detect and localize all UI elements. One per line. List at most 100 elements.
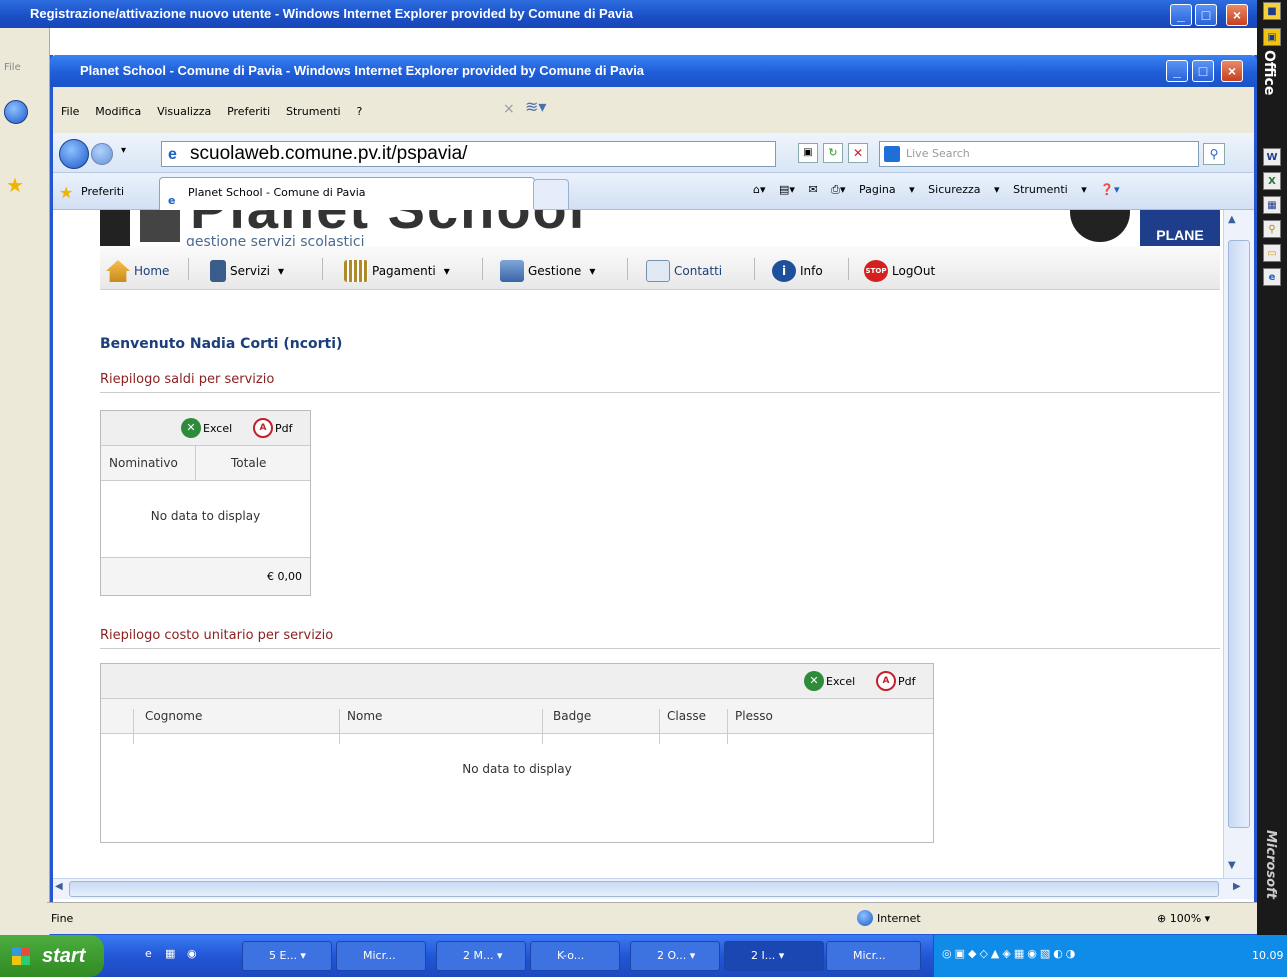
saldi-grid: ✕ Excel A Pdf Nominativo Totale No data to… xyxy=(100,410,311,596)
menu-preferiti[interactable]: Preferiti xyxy=(227,105,270,118)
horizontal-scrollbar[interactable]: ◀ ▶ xyxy=(53,878,1254,899)
costo-excel-button[interactable]: ✕ Excel xyxy=(804,671,855,691)
refresh-icon[interactable]: ↻ xyxy=(823,143,843,163)
col-totale[interactable]: Totale xyxy=(231,456,266,470)
search-input[interactable]: Live Search xyxy=(879,141,1199,167)
tab-planet-school[interactable]: e Planet School - Comune di Pavia xyxy=(159,177,535,210)
search-icon[interactable]: ⚲ xyxy=(1203,143,1225,165)
taskbar-item-word[interactable]: Micr... xyxy=(826,941,921,971)
bg-favorites-star-icon[interactable]: ★ xyxy=(6,173,24,197)
taskbar-item-ko[interactable]: K-o... xyxy=(530,941,620,971)
col-nome[interactable]: Nome xyxy=(347,709,382,723)
taskbar-item-search[interactable]: 2 M... ▾ xyxy=(436,941,526,971)
col-cognome[interactable]: Cognome xyxy=(145,709,202,723)
bg-file-menu[interactable]: File xyxy=(4,62,21,73)
nav-info[interactable]: i Info xyxy=(772,260,823,282)
costo-pdf-button[interactable]: A Pdf xyxy=(876,671,916,691)
maximize-button[interactable]: □ xyxy=(1192,60,1214,82)
vertical-scrollbar[interactable]: ▲ ▼ xyxy=(1223,210,1254,878)
pdf-icon: A xyxy=(253,418,273,438)
nav-gestione[interactable]: Gestione ▾ xyxy=(500,260,595,282)
saldi-grid-toolbar: ✕ Excel A Pdf xyxy=(101,411,310,446)
section-title-costo: Riepilogo costo unitario per servizio xyxy=(100,628,1220,649)
compatibility-icon[interactable]: ▣ xyxy=(798,143,818,163)
vertical-scroll-thumb[interactable] xyxy=(1228,240,1250,828)
back-icon[interactable] xyxy=(59,139,89,169)
scroll-down-icon[interactable]: ▼ xyxy=(1228,860,1236,871)
saldi-pdf-button[interactable]: A Pdf xyxy=(253,418,293,438)
office-bar-icon[interactable]: ■ xyxy=(1263,2,1281,20)
tray-icons[interactable]: ◎▣◆◇▲◈▦◉▧◐◑ xyxy=(942,947,1078,960)
bg-minimize-button[interactable]: _ xyxy=(1170,4,1192,26)
start-button[interactable]: start xyxy=(0,935,104,977)
home-toolbar-icon[interactable]: ⌂▾ xyxy=(753,183,766,196)
menu-help[interactable]: ? xyxy=(356,105,362,118)
folder-icon[interactable]: ▭ xyxy=(1263,244,1281,262)
favorites-button[interactable]: Preferiti xyxy=(81,185,124,198)
nav-pagamenti[interactable]: Pagamenti ▾ xyxy=(344,260,450,282)
word-icon[interactable]: W xyxy=(1263,148,1281,166)
office-launcher-icon[interactable]: ▣ xyxy=(1263,28,1281,46)
new-tab-button[interactable] xyxy=(533,179,569,209)
quicklaunch-media-icon[interactable]: ◉ xyxy=(187,947,197,960)
zoom-level[interactable]: ⊕ 100% ▾ xyxy=(1157,912,1210,925)
nav-contatti[interactable]: Contatti xyxy=(646,260,722,282)
close-button[interactable]: × xyxy=(1221,60,1243,82)
mail-icon[interactable]: ✉ xyxy=(808,183,817,196)
outlook-icon[interactable]: ▦ xyxy=(1263,196,1281,214)
nav-separator xyxy=(322,258,323,280)
search-shortcut-icon[interactable]: ⚲ xyxy=(1263,220,1281,238)
taskbar-item-excel[interactable]: Micr... xyxy=(336,941,426,971)
nav-servizi[interactable]: Servizi ▾ xyxy=(210,260,284,282)
partner-logo-shape xyxy=(1070,210,1130,242)
taskbar-item-ie[interactable]: 2 I... ▾ xyxy=(724,941,824,971)
nav-separator xyxy=(627,258,628,280)
menu-strumenti[interactable]: Strumenti xyxy=(286,105,341,118)
logo-pillar xyxy=(100,210,130,250)
menu-modifica[interactable]: Modifica xyxy=(95,105,141,118)
taskbar-item-office[interactable]: 2 O... ▾ xyxy=(630,941,720,971)
scroll-right-icon[interactable]: ▶ xyxy=(1233,881,1241,892)
ie-shortcut-icon[interactable]: e xyxy=(1263,268,1281,286)
tools-menu[interactable]: Strumenti ▾ xyxy=(1013,183,1087,196)
security-zone[interactable]: Internet xyxy=(877,912,921,925)
excel-icon: ✕ xyxy=(804,671,824,691)
col-plesso[interactable]: Plesso xyxy=(735,709,773,723)
wireless-icon[interactable]: ≋▾ xyxy=(525,97,546,116)
background-window-titlebar[interactable]: Registrazione/attivazione nuovo utente -… xyxy=(0,0,1257,28)
security-menu[interactable]: Sicurezza ▾ xyxy=(928,183,999,196)
menu-visualizza[interactable]: Visualizza xyxy=(157,105,211,118)
url-input[interactable]: e scuolaweb.comune.pv.it/pspavia/ xyxy=(161,141,776,167)
col-nominativo[interactable]: Nominativo xyxy=(109,456,178,470)
bg-close-button[interactable]: × xyxy=(1226,4,1248,26)
minimize-button[interactable]: _ xyxy=(1166,60,1188,82)
col-badge[interactable]: Badge xyxy=(553,709,591,723)
bg-maximize-button[interactable]: □ xyxy=(1195,4,1217,26)
tab-bar: ★ Preferiti e Planet School - Comune di … xyxy=(53,173,1254,210)
scroll-up-icon[interactable]: ▲ xyxy=(1228,214,1236,225)
feeds-icon[interactable]: ▤▾ xyxy=(779,183,795,196)
saldi-total: € 0,00 xyxy=(101,557,310,595)
col-classe[interactable]: Classe xyxy=(667,709,706,723)
saldi-excel-button[interactable]: ✕ Excel xyxy=(181,418,232,438)
ie-window-titlebar[interactable]: Planet School - Comune di Pavia - Window… xyxy=(50,55,1257,87)
page-menu[interactable]: Pagina ▾ xyxy=(859,183,915,196)
menu-file[interactable]: File xyxy=(61,105,79,118)
clock[interactable]: 10.09 xyxy=(1252,949,1284,962)
nav-home[interactable]: Home xyxy=(106,260,169,282)
bg-back-icon[interactable] xyxy=(4,100,28,124)
nav-logout[interactable]: STOP LogOut xyxy=(864,260,935,282)
favorites-star-icon[interactable]: ★ xyxy=(59,183,73,202)
history-dropdown-icon[interactable]: ▾ xyxy=(121,145,126,156)
print-icon[interactable]: ⎙▾ xyxy=(831,183,845,196)
help-icon[interactable]: ❓▾ xyxy=(1100,183,1119,196)
taskbar-item-folder[interactable]: 5 E... ▾ xyxy=(242,941,332,971)
quicklaunch-ie-icon[interactable]: e xyxy=(145,947,152,960)
scroll-left-icon[interactable]: ◀ xyxy=(55,881,63,892)
excel-shortcut-icon[interactable]: X xyxy=(1263,172,1281,190)
close-toolbar-icon[interactable]: × xyxy=(503,101,515,117)
horizontal-scroll-thumb[interactable] xyxy=(69,881,1219,897)
forward-icon[interactable] xyxy=(91,143,113,165)
stop-icon[interactable]: ✕ xyxy=(848,143,868,163)
quicklaunch-desktop-icon[interactable]: ▦ xyxy=(165,947,175,960)
